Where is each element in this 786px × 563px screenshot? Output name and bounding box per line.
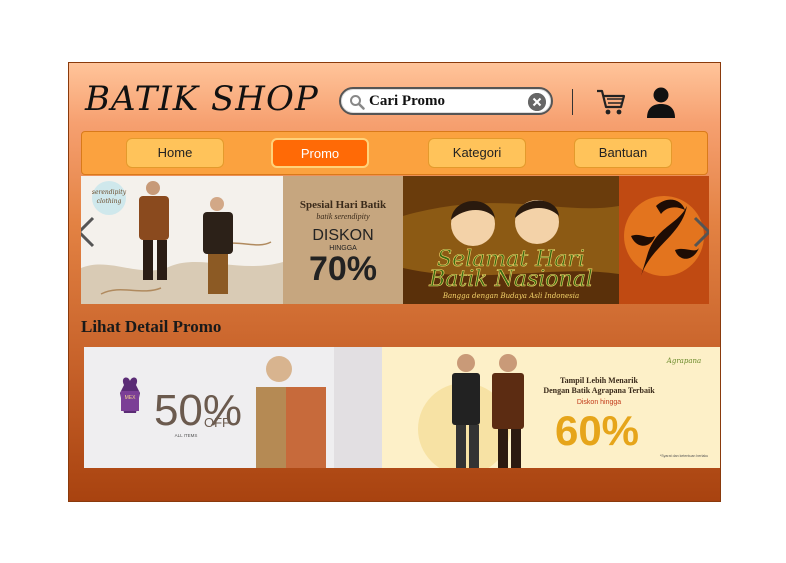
svg-text:Bangga dengan Budaya Asli Indo: Bangga dengan Budaya Asli Indonesia	[442, 292, 579, 300]
nav-kategori[interactable]: Kategori	[428, 138, 526, 168]
header-divider	[572, 89, 573, 115]
search-value: Cari Promo	[369, 93, 445, 109]
svg-text:Spesial Hari Batik: Spesial Hari Batik	[300, 199, 387, 211]
svg-text:Tampil Lebih Menarik: Tampil Lebih Menarik	[560, 376, 638, 385]
promo-carousel[interactable]: serendipity clothing Spesial Hari Batik …	[81, 176, 709, 304]
svg-text:batik serendipity: batik serendipity	[316, 212, 370, 221]
svg-text:serendipity: serendipity	[92, 189, 127, 196]
shop-logo[interactable]: BATIK SHOP	[85, 79, 319, 119]
cart-icon[interactable]	[595, 87, 627, 117]
carousel-next-icon[interactable]	[689, 214, 709, 250]
svg-text:clothing: clothing	[97, 198, 122, 205]
nav-promo[interactable]: Promo	[271, 138, 369, 168]
promo-detail-banners: MEX 50% OFF ALL ITEMS Agrapana Tampil Le…	[84, 347, 720, 468]
promo-detail-strip[interactable]: MEX 50% OFF ALL ITEMS Agrapana Tampil Le…	[84, 347, 720, 468]
svg-text:*Syarat dan ketentuan berlaku: *Syarat dan ketentuan berlaku	[660, 454, 708, 458]
svg-text:MEX: MEX	[125, 395, 137, 401]
svg-text:ALL ITEMS: ALL ITEMS	[175, 433, 198, 438]
svg-text:60%: 60%	[555, 407, 639, 454]
nav-home[interactable]: Home	[126, 138, 224, 168]
carousel-slides: serendipity clothing Spesial Hari Batik …	[81, 176, 709, 304]
clear-search-icon[interactable]	[528, 93, 546, 111]
main-nav: Home Promo Kategori Bantuan	[81, 131, 708, 175]
svg-text:Diskon hingga: Diskon hingga	[577, 399, 621, 406]
app-frame: BATIK SHOP Cari Promo Home Promo Kategor…	[68, 62, 721, 502]
carousel-prev-icon[interactable]	[81, 214, 99, 250]
nav-bantuan[interactable]: Bantuan	[574, 138, 672, 168]
svg-text:OFF: OFF	[204, 415, 230, 430]
search-icon	[350, 95, 365, 110]
svg-text:Batik Nasional: Batik Nasional	[428, 267, 593, 292]
search-input[interactable]: Cari Promo	[339, 87, 553, 115]
svg-text:Dengan Batik Agrapana Terbaik: Dengan Batik Agrapana Terbaik	[543, 386, 655, 395]
svg-text:Agrapana: Agrapana	[666, 357, 701, 365]
svg-text:70%: 70%	[309, 250, 377, 288]
svg-text:DISKON: DISKON	[312, 227, 373, 244]
promo-detail-heading: Lihat Detail Promo	[81, 317, 222, 336]
user-icon[interactable]	[644, 85, 678, 119]
